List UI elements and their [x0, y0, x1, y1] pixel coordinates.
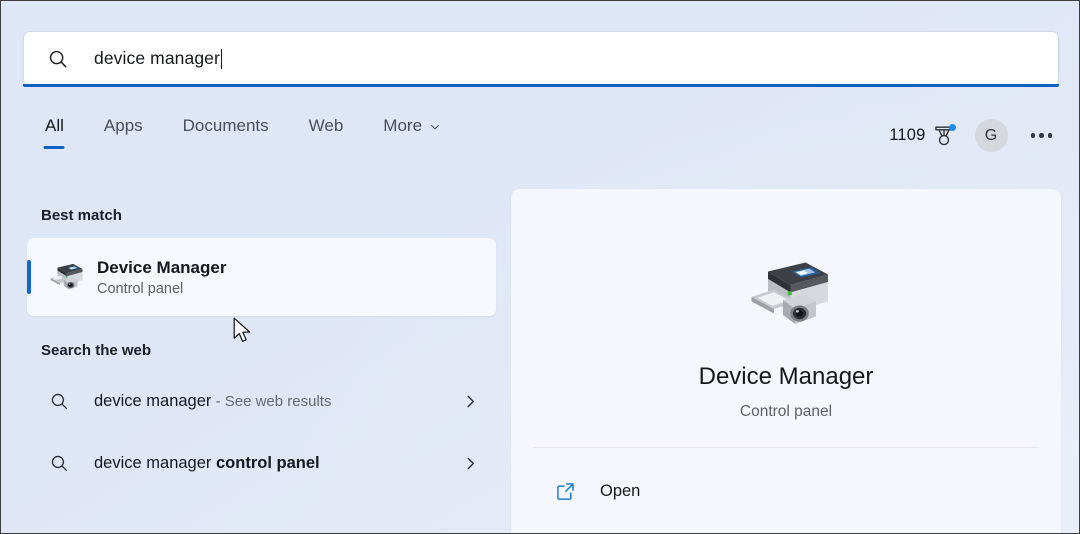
best-match-subtitle: Control panel: [97, 280, 184, 297]
chevron-right-icon[interactable]: [463, 394, 478, 409]
rewards-points[interactable]: 1109: [889, 123, 956, 148]
chevron-right-icon[interactable]: [463, 456, 478, 471]
search-icon: [51, 393, 67, 409]
best-match-text: Device Manager Control panel: [97, 258, 226, 297]
tab-web-label: Web: [308, 116, 344, 135]
device-manager-icon: [751, 262, 828, 324]
tab-apps-label: Apps: [103, 116, 143, 135]
avatar[interactable]: G: [974, 119, 1008, 152]
web-result-label-1: device manager - See web results: [94, 392, 331, 411]
device-manager-icon: [50, 263, 83, 290]
tab-list: All Apps Documents Web More: [39, 113, 447, 136]
windows-search-flyout: device manager All Apps Documents Web Mo…: [0, 0, 1080, 534]
search-icon: [51, 455, 67, 471]
tab-apps[interactable]: Apps: [98, 113, 149, 136]
tab-more[interactable]: More: [377, 113, 447, 136]
ellipsis-dot-1: [1030, 133, 1035, 138]
results-column: Best match Device Manager Control panel …: [1, 187, 511, 533]
preview-panel: Device Manager Control panel Open: [511, 189, 1061, 533]
best-match-title: Device Manager: [97, 257, 227, 277]
web-result-row-1[interactable]: device manager - See web results: [27, 373, 496, 429]
tab-documents[interactable]: Documents: [177, 113, 275, 136]
open-action-label: Open: [600, 481, 641, 500]
search-focus-underline: [23, 84, 1059, 87]
tab-documents-label: Documents: [182, 116, 269, 135]
best-match-item[interactable]: Device Manager Control panel: [27, 238, 496, 316]
web-result-label-2: device manager control panel: [94, 454, 320, 473]
search-the-web-heading: Search the web: [41, 342, 152, 359]
web-result-row-2[interactable]: device manager control panel: [27, 435, 496, 491]
tab-web[interactable]: Web: [303, 113, 350, 136]
web-result-query-1: device manager: [94, 391, 212, 410]
ellipsis-dot-2: [1039, 133, 1044, 138]
best-match-heading: Best match: [41, 207, 122, 224]
preview-subtitle: Control panel: [739, 403, 833, 420]
ellipsis-icon[interactable]: [1028, 127, 1056, 144]
tab-all[interactable]: All: [39, 113, 70, 136]
tab-more-label: More: [383, 116, 423, 135]
preview-divider: [533, 447, 1039, 448]
web-result-query-2: device manager: [94, 453, 216, 472]
rewards-medal-icon: [933, 123, 956, 148]
rewards-count: 1109: [889, 126, 926, 144]
text-caret: [220, 48, 223, 69]
chevron-down-icon: [431, 124, 439, 130]
selection-accent-bar: [27, 260, 31, 294]
web-result-suffix-1: - See web results: [211, 392, 332, 410]
tabbar-actions: 1109 G: [889, 119, 1055, 152]
preview-title: Device Manager: [698, 363, 874, 390]
filter-tabbar: All Apps Documents Web More 1109 G: [1, 113, 1079, 165]
avatar-initial: G: [984, 126, 998, 144]
ellipsis-dot-3: [1047, 133, 1052, 138]
search-icon: [49, 50, 67, 67]
rewards-notification-dot: [948, 123, 956, 131]
open-action-row[interactable]: Open: [533, 467, 1039, 515]
web-result-suffix-2: control panel: [216, 453, 320, 472]
open-external-icon: [557, 482, 574, 500]
tab-all-label: All: [45, 116, 64, 135]
search-box[interactable]: device manager: [23, 31, 1059, 85]
search-input-value[interactable]: device manager: [94, 48, 220, 69]
